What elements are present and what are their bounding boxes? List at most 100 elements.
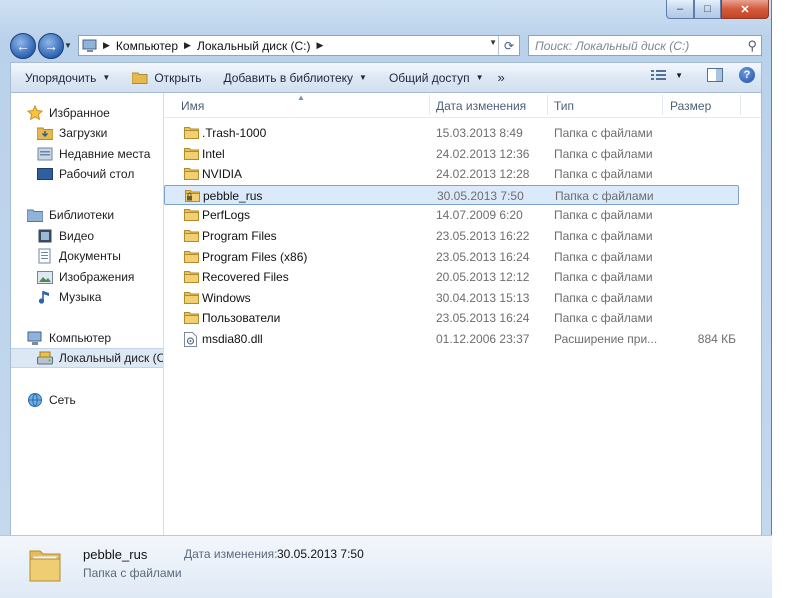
folder-preview-icon <box>28 543 62 583</box>
sidebar-item-label: Загрузки <box>59 126 108 140</box>
sort-ascending-icon: ▲ <box>297 93 305 102</box>
music-icon <box>37 289 53 305</box>
file-row[interactable]: .Trash-1000 15.03.2013 8:49 Папка с файлам… <box>164 123 739 143</box>
file-date: 30.04.2013 15:13 <box>436 290 530 305</box>
minimize-button[interactable]: – <box>666 0 694 19</box>
search-input[interactable]: Поиск: Локальный диск (C:) ⚲ <box>528 35 762 56</box>
file-date: 14.07.2009 6:20 <box>436 208 523 223</box>
file-list: ▲ Имя Дата изменения Тип Размер .Trash-1… <box>164 93 761 535</box>
sidebar-item-local-disk[interactable]: Локальный диск (C <box>11 348 163 368</box>
open-button[interactable]: Открыть <box>118 63 209 92</box>
breadcrumb-chevron-icon[interactable]: ▶ <box>181 40 194 51</box>
sidebar-item-videos[interactable]: Видео <box>37 226 163 246</box>
file-name: Recovered Files <box>202 270 289 285</box>
open-label: Открыть <box>154 70 202 85</box>
column-header-type[interactable]: Тип <box>554 99 574 113</box>
folder-icon <box>184 208 199 222</box>
help-icon[interactable]: ? <box>739 67 755 83</box>
file-name: pebble_rus <box>203 188 263 203</box>
navigation-pane: Избранное Загрузки Недавние места Рабочи… <box>11 93 164 535</box>
back-button[interactable]: ← <box>10 33 36 59</box>
downloads-folder-icon <box>37 125 53 141</box>
address-bar[interactable]: ▶ Компьютер ▶ Локальный диск (C:) ▶ ▼ ⟳ <box>78 35 520 56</box>
breadcrumb-local-disk[interactable]: Локальный диск (C:) <box>194 39 314 53</box>
column-divider[interactable] <box>662 95 663 115</box>
file-type: Папка с файлами <box>554 167 653 182</box>
sidebar-item-label: Недавние места <box>59 147 151 161</box>
sidebar-computer[interactable]: Компьютер <box>27 328 163 348</box>
sidebar-item-music[interactable]: Музыка <box>37 287 163 307</box>
file-name: Windows <box>202 290 251 305</box>
folder-icon <box>184 291 199 304</box>
more-commands-button[interactable]: » <box>491 63 512 92</box>
navigation-bar: ← → ▼ ▶ Компьютер ▶ Локальный диск (C:) … <box>0 32 772 60</box>
details-pane: pebble_rus Папка с файлами Дата изменени… <box>0 535 772 598</box>
sidebar-item-desktop[interactable]: Рабочий стол <box>37 164 163 184</box>
file-name: NVIDIA <box>202 167 243 182</box>
file-name: msdia80.dll <box>202 332 263 346</box>
file-row[interactable]: Recovered Files 20.05.2013 12:12 Папка с ф… <box>164 267 739 287</box>
file-row[interactable]: Program Files (x86) 23.05.2013 16:24 Папка… <box>164 247 739 267</box>
sidebar-item-label: Изображения <box>59 270 135 284</box>
breadcrumb-chevron-icon[interactable]: ▶ <box>314 40 327 51</box>
maximize-button[interactable]: □ <box>694 0 721 19</box>
file-date: 24.02.2013 12:36 <box>436 146 530 161</box>
column-divider[interactable] <box>429 95 430 115</box>
toolbar-right-group: ▼ ? <box>651 67 755 83</box>
file-date: 23.05.2013 16:24 <box>436 311 530 326</box>
dropdown-arrow-icon: ▼ <box>102 73 111 82</box>
computer-icon <box>82 38 98 54</box>
file-row[interactable]: Windows 30.04.2013 15:13 Папка с файлами <box>164 288 739 308</box>
column-header-date[interactable]: Дата изменения <box>436 99 526 113</box>
search-icon[interactable]: ⚲ <box>747 38 757 54</box>
column-headers: ▲ Имя Дата изменения Тип Размер <box>164 93 761 118</box>
file-date: 23.05.2013 16:24 <box>436 249 530 264</box>
sidebar-item-recent-places[interactable]: Недавние места <box>37 144 163 164</box>
sidebar-libraries[interactable]: Библиотеки <box>27 205 163 225</box>
file-row[interactable]: Program Files 23.05.2013 16:22 Папка с фай… <box>164 226 739 246</box>
file-row[interactable]: Пользователи 23.05.2013 16:24 Папка с файл… <box>164 308 739 328</box>
file-row[interactable]: Intel 24.02.2013 12:36 Папка с файлами <box>164 144 739 164</box>
recent-pages-dropdown-icon[interactable]: ▼ <box>64 41 72 50</box>
file-row[interactable]: pebble_rus 30.05.2013 7:50 Папка с файлами <box>164 184 739 205</box>
column-header-name[interactable]: Имя <box>181 99 204 113</box>
add-to-library-button[interactable]: Добавить в библиотеку ▼ <box>209 63 374 92</box>
sidebar-item-downloads[interactable]: Загрузки <box>37 123 163 143</box>
folder-icon <box>184 250 199 263</box>
breadcrumb-computer[interactable]: Компьютер <box>113 39 181 53</box>
title-bar: – □ ✕ <box>0 0 772 30</box>
forward-button[interactable]: → <box>38 33 64 59</box>
preview-pane-icon[interactable] <box>707 68 723 82</box>
folder-icon <box>184 311 199 325</box>
file-row[interactable]: msdia80.dll 01.12.2006 23:37 Расширение пр… <box>164 329 739 349</box>
view-options-icon[interactable]: ▼ <box>651 69 683 81</box>
file-name: .Trash-1000 <box>202 126 267 140</box>
share-button[interactable]: Общий доступ ▼ <box>375 63 492 92</box>
details-name: pebble_rus <box>83 547 148 562</box>
sidebar-item-label: Музыка <box>59 290 102 304</box>
file-date: 20.05.2013 12:12 <box>436 270 530 285</box>
details-date-value: 30.05.2013 7:50 <box>277 547 364 561</box>
close-button[interactable]: ✕ <box>721 0 769 19</box>
sidebar-item-label: Сеть <box>49 393 76 407</box>
column-divider[interactable] <box>547 95 548 115</box>
sidebar-network[interactable]: Сеть <box>27 390 163 410</box>
sidebar-item-pictures[interactable]: Изображения <box>37 267 163 287</box>
file-type: Папка с файлами <box>554 146 653 161</box>
folder-icon <box>184 270 199 284</box>
file-row[interactable]: NVIDIA 24.02.2013 12:28 Папка с файлами <box>164 164 739 184</box>
address-history-dropdown-icon[interactable]: ▼ <box>489 38 497 47</box>
organize-button[interactable]: Упорядочить ▼ <box>11 63 118 92</box>
column-divider[interactable] <box>740 95 741 115</box>
sidebar-item-label: Библиотеки <box>49 208 115 222</box>
sidebar-favorites[interactable]: Избранное <box>27 103 163 123</box>
sidebar-item-label: Локальный диск (C <box>59 351 164 365</box>
sidebar-item-documents[interactable]: Документы <box>37 246 163 266</box>
file-size: 884 КБ <box>697 332 736 346</box>
file-row[interactable]: PerfLogs 14.07.2009 6:20 Папка с файлами <box>164 205 739 225</box>
breadcrumb-chevron-icon[interactable]: ▶ <box>100 40 113 51</box>
file-date: 01.12.2006 23:37 <box>436 332 530 346</box>
refresh-icon[interactable]: ⟳ <box>498 36 519 55</box>
pictures-icon <box>37 269 53 285</box>
column-header-size[interactable]: Размер <box>670 99 711 113</box>
